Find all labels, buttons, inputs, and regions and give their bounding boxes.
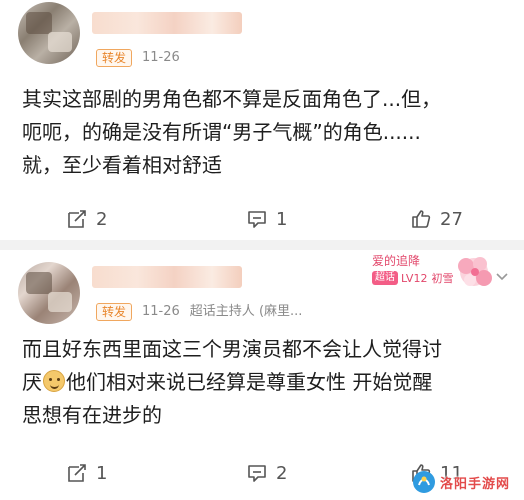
username-redacted[interactable]	[92, 12, 242, 34]
like-count: 27	[440, 208, 463, 230]
comment-card: 爱的追降 超话 LV12 初雪 转发 11-26 超话主持人 (麻里... 而且好…	[0, 250, 524, 500]
comment-line: 呃呃，的确是没有所谓“男子气概”的角色......	[22, 120, 421, 144]
repost-count: 1	[96, 462, 108, 484]
comment-card: 转发 11-26 其实这部剧的男角色都不算是反面角色了...但， 呃呃，的确是没…	[0, 0, 524, 240]
repost-count: 2	[96, 208, 108, 230]
repost-button[interactable]: 2	[66, 204, 107, 234]
comment-count: 1	[276, 208, 288, 230]
fan-level-badge[interactable]: 爱的追降 超话 LV12 初雪	[366, 252, 496, 292]
comment-line: 就，至少看着相对舒适	[22, 153, 222, 177]
comment-line-prefix: 厌	[22, 370, 42, 394]
doge-emoji-icon	[43, 370, 65, 392]
like-button[interactable]: 27	[410, 204, 463, 234]
post-date: 11-26	[142, 304, 180, 319]
username-redacted[interactable]	[92, 266, 242, 288]
repost-tag: 转发	[96, 303, 133, 321]
avatar[interactable]	[18, 2, 80, 64]
avatar[interactable]	[18, 262, 80, 324]
comment-line: 思想有在进步的	[22, 403, 162, 427]
heart-flower-icon	[458, 257, 492, 286]
fan-badge-title: 爱的追降	[372, 254, 421, 268]
super-topic-tag: 超话	[372, 271, 398, 285]
watermark-logo-icon	[413, 471, 435, 493]
level-label: LV12	[401, 271, 428, 285]
comment-line: 厌他们相对来说已经算是尊重女性 开始觉醒	[22, 366, 510, 399]
repost-button[interactable]: 1	[66, 458, 107, 488]
comment-text: 其实这部剧的男角色都不算是反面角色了...但， 呃呃，的确是没有所谓“男子气概”…	[22, 83, 510, 182]
comment-line: 其实这部剧的男角色都不算是反面角色了...但，	[22, 87, 442, 111]
comment-button[interactable]: 1	[246, 204, 287, 234]
repost-icon	[68, 464, 86, 482]
post-date: 11-26	[142, 50, 180, 65]
repost-tag: 转发	[96, 49, 133, 67]
divider	[0, 240, 524, 250]
comment-count: 2	[276, 462, 288, 484]
comment-text: 而且好东西里面这三个男演员都不会让人觉得讨 厌他们相对来说已经算是尊重女性 开始…	[22, 333, 510, 432]
comment-line: 而且好东西里面这三个男演员都不会让人觉得讨	[22, 337, 442, 361]
watermark-text: 洛阳手游网	[440, 476, 511, 492]
user-role: 超话主持人	[189, 304, 255, 319]
post-meta: 11-26 超话主持人 (麻里...	[142, 303, 302, 321]
fan-badge-level: 超话 LV12 初雪	[372, 270, 453, 286]
thumbs-up-icon	[412, 210, 431, 228]
comment-icon	[248, 465, 266, 482]
post-source: (麻里...	[258, 304, 303, 319]
action-bar: 2 1 27	[0, 204, 524, 234]
repost-icon	[68, 210, 86, 228]
comment-icon	[248, 211, 266, 228]
chevron-down-icon[interactable]	[494, 268, 510, 284]
comment-button[interactable]: 2	[246, 458, 287, 488]
comment-line-rest: 他们相对来说已经算是尊重女性 开始觉醒	[66, 370, 433, 394]
site-watermark: 洛阳手游网	[412, 466, 522, 498]
